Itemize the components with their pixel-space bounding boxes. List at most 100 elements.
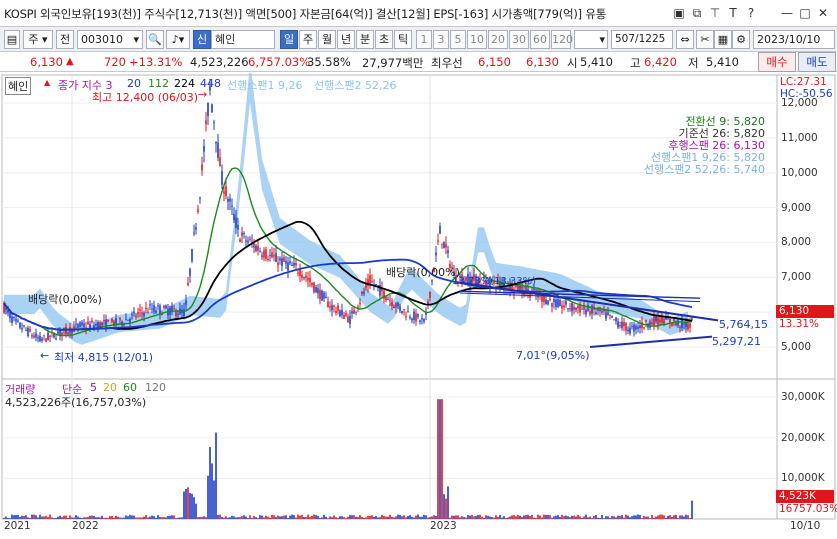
candle-body [683,323,685,325]
zoom-icon[interactable]: ⇔ [676,30,694,49]
candle-body [299,269,301,276]
volume-bar [9,518,11,519]
vol-ma-20-label: 20 [103,381,117,394]
volume-bar [467,515,469,519]
trend-upper-value: 5,764,15 [719,318,768,331]
count-field[interactable]: 507/1225 [611,30,673,49]
save-icon[interactable]: ▦ [714,30,732,49]
prev-button[interactable]: 전 [56,30,74,49]
candle-body [607,312,609,315]
period-second-button[interactable]: 초 [375,30,393,49]
candle-body [7,310,9,313]
sell-button[interactable]: 매도 [798,52,836,72]
volume-bar [445,498,447,519]
volume-bar [287,517,289,519]
candle-body [411,318,413,321]
search-icon[interactable]: 🔍 [146,30,164,49]
layout-icon[interactable]: ▤ [4,30,20,49]
stock-tag[interactable]: 혜인 [5,77,32,95]
volume-bar [417,514,419,519]
candle-body [533,288,535,290]
settings-icon[interactable]: ⚙ [732,30,750,49]
minimize-icon[interactable]: — [778,4,796,22]
candle-body [653,316,655,327]
volume-bar [361,516,363,519]
interval-20-button[interactable]: 20 [488,30,508,49]
volume-bar [205,517,207,519]
chart-menu-icon[interactable]: ▲ [44,78,50,87]
candle-body [341,310,343,316]
period-select[interactable]: 주 ▾ [23,30,53,49]
volume-tick-label: 10,000K [781,472,825,485]
price-change: 720 [104,55,126,69]
close-icon[interactable]: ✕ [814,4,832,22]
volume-tick-label: 20,000K [781,431,825,444]
volume-bar [663,515,665,519]
volume-bar [289,515,291,519]
volume-bar [459,517,461,519]
scissors-icon[interactable]: ✂ [696,30,714,49]
volume-bar [179,517,181,519]
date-field[interactable]: 2023/10/10 [753,30,835,49]
candle-body [261,255,263,257]
copy-icon[interactable]: ⧉ [688,4,706,22]
chart-area[interactable]: 혜인 ▲ 종가 지수 3 20 112 224 448 선행스팬1 9,26 선… [0,63,837,536]
candle-body [127,319,129,321]
stock-name-field[interactable]: 혜인 [211,30,275,49]
candle-body [649,321,651,328]
stock-code-input[interactable]: 003010 ▾ [77,30,143,49]
custom-interval-input[interactable]: ▾ [574,30,608,49]
volume-bar [281,516,283,519]
interval-30-button[interactable]: 30 [509,30,529,49]
candle-body [681,319,683,329]
volume-bar [563,516,565,519]
interval-120-button[interactable]: 120 [551,30,573,49]
window-restore-icon[interactable]: ▣ [670,4,688,22]
volume-bar [135,517,137,519]
pin-icon[interactable]: ⊤ [706,4,724,22]
candle-body [311,282,313,286]
volume-bar [579,516,581,519]
volume-bar [201,516,203,519]
volume-bar [453,515,455,519]
period-month-button[interactable]: 월 [318,30,336,49]
period-week-button[interactable]: 주 [299,30,317,49]
sound-icon[interactable]: ♪▾ [166,30,190,49]
volume-bar [55,517,57,519]
candle-body [129,318,131,323]
volume-bar [137,517,139,519]
volume-bar [251,517,253,519]
candle-body [271,252,273,258]
volume-bar [293,515,295,519]
volume-bar [325,516,327,519]
volume-bar [581,517,583,519]
volume-bar [565,515,567,519]
period-year-button[interactable]: 년 [337,30,355,49]
candle-body [639,325,641,329]
volume-bar [675,514,677,519]
buy-button[interactable]: 매수 [758,52,796,72]
period-day-button[interactable]: 일 [280,30,298,49]
candle-body [353,309,355,314]
help-icon[interactable]: ? [742,4,760,22]
candle-body [197,209,199,213]
interval-1-button[interactable]: 1 [416,30,432,49]
candle-body [409,316,411,318]
candle-body [429,291,431,298]
maximize-icon[interactable]: □ [796,4,814,22]
volume-bar [665,517,667,519]
candle-body [227,198,229,202]
interval-3-button[interactable]: 3 [433,30,449,49]
period-tick-button[interactable]: 틱 [394,30,412,49]
candle-body [41,338,43,341]
period-minute-button[interactable]: 분 [356,30,374,49]
text-icon[interactable]: T [724,4,742,22]
interval-10-button[interactable]: 10 [467,30,487,49]
volume-bar [413,517,415,519]
interval-60-button[interactable]: 60 [530,30,550,49]
interval-5-button[interactable]: 5 [450,30,466,49]
volume-bar [225,516,227,519]
volume-bar [505,517,507,519]
volume-bar [309,517,311,519]
volume-bar [79,517,81,519]
